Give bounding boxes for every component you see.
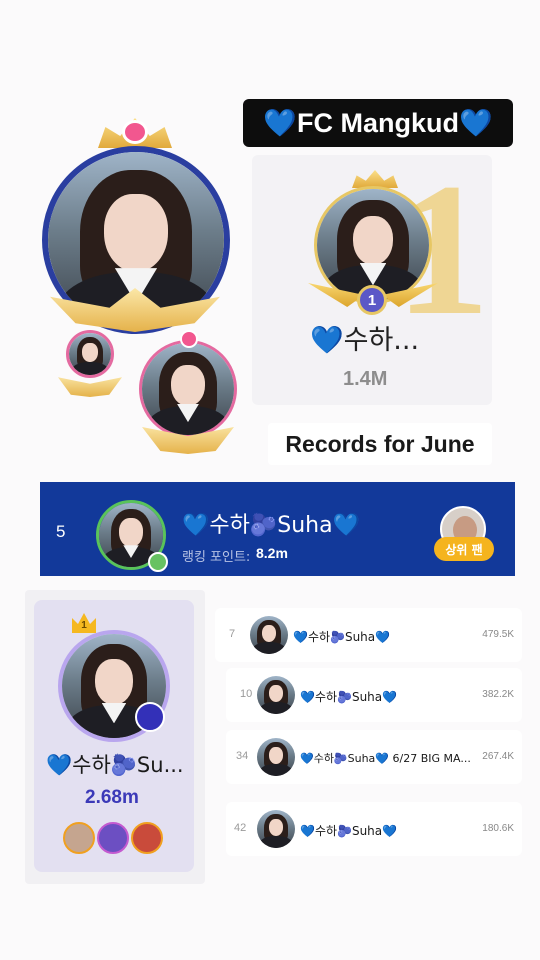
list-value: 267.4K: [482, 751, 514, 762]
avatar: [66, 330, 114, 378]
list-item[interactable]: 7 💙수하🫐Suha💙 479.5K: [215, 608, 522, 662]
fan-avatar[interactable]: [97, 822, 129, 854]
list-rank: 34: [236, 750, 249, 762]
rank-number: 5: [56, 522, 66, 541]
list-rank: 10: [240, 688, 253, 700]
list-value: 180.6K: [482, 823, 514, 834]
list-name: 💙수하🫐Suha💙: [293, 630, 391, 644]
profile-score: 2.68m: [85, 787, 139, 808]
points-label: 랭킹 포인트:: [182, 550, 251, 565]
wings-icon: [58, 377, 122, 397]
level-badge-icon: [148, 552, 168, 572]
avatar: [257, 810, 295, 848]
page-title: 💙FC Mangkud💙: [243, 99, 513, 147]
list-item[interactable]: 42 💙수하🫐Suha💙 180.6K: [226, 802, 522, 856]
list-rank: 7: [229, 628, 236, 640]
list-value: 382.2K: [482, 689, 514, 700]
list-rank: 42: [234, 822, 247, 834]
heart-gem-icon: [180, 330, 198, 348]
avatar: [257, 738, 295, 776]
records-label: Records for June: [268, 423, 492, 465]
avatar: [257, 676, 295, 714]
top-fan-button[interactable]: 상위 팬: [434, 537, 494, 561]
top-rank-score: 1.4M: [343, 368, 388, 390]
bar-chart-icon[interactable]: [135, 702, 165, 732]
list-value: 479.5K: [482, 629, 514, 640]
fan-avatar[interactable]: [131, 822, 163, 854]
fan-avatar[interactable]: [63, 822, 95, 854]
highlight-ranking-row[interactable]: 5 💙수하🫐Suha💙 랭킹 포인트: 8.2m 상위 팬: [40, 482, 515, 576]
heart-gem-icon: [122, 120, 148, 144]
profile-name: 💙수하🫐Su...: [46, 753, 184, 777]
highlight-name: 💙수하🫐Suha💙: [182, 513, 360, 538]
rank-medal-icon: 1: [357, 285, 387, 315]
avatar: [139, 340, 237, 438]
list-item[interactable]: 10 💙수하🫐Suha💙 382.2K: [226, 668, 522, 722]
profile-frame-large: [40, 118, 230, 338]
top-rank-name: 💙수하...: [310, 325, 420, 356]
list-name: 💙수하🫐Suha💙: [300, 690, 398, 704]
list-name: 💙수하🫐Suha💙 6/27 BIG MA...: [300, 752, 471, 765]
avatar: [250, 616, 288, 654]
points-value: 8.2m: [256, 545, 288, 561]
list-item[interactable]: 34 💙수하🫐Suha💙 6/27 BIG MA... 267.4K: [226, 730, 522, 784]
list-name: 💙수하🫐Suha💙: [300, 824, 398, 838]
